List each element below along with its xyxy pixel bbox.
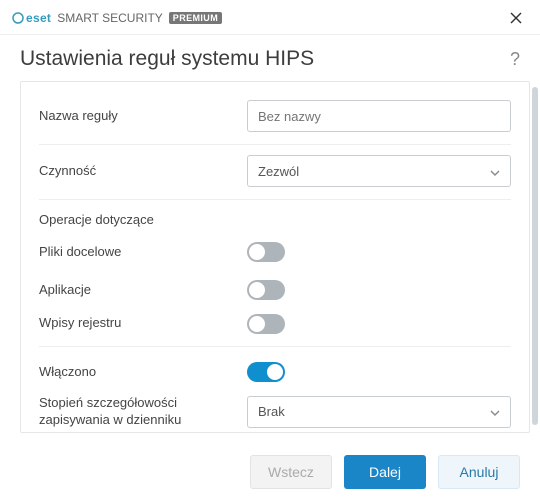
registry-label: Wpisy rejestru [39,315,247,332]
enabled-label: Włączono [39,364,247,381]
page-title: Ustawienia reguł systemu HIPS [20,47,314,71]
chevron-down-icon [490,404,500,419]
enabled-toggle[interactable] [247,362,285,382]
next-button[interactable]: Dalej [344,455,426,489]
content-area: Nazwa reguły Czynność Zezwól Operacje do… [0,81,540,437]
rule-name-label: Nazwa reguły [39,108,247,125]
close-button[interactable] [504,6,528,30]
action-label: Czynność [39,163,247,180]
target-files-label: Pliki docelowe [39,244,247,261]
brand-logo: eset [12,11,51,25]
rule-name-input[interactable] [247,100,511,132]
chevron-down-icon [490,164,500,179]
back-button-label: Wstecz [268,464,314,480]
row-registry: Wpisy rejestru [39,309,511,347]
registry-toggle[interactable] [247,314,285,334]
action-value: Zezwól [258,164,299,179]
operations-section-title: Operacje dotyczące [39,212,511,227]
titlebar: eset SMART SECURITY PREMIUM [0,0,540,35]
row-log-level: Stopień szczegółowości zapisywania w dzi… [39,391,511,433]
back-button[interactable]: Wstecz [250,455,332,489]
row-target-files: Pliki docelowe [39,233,511,271]
help-icon: ? [510,49,520,69]
cancel-button[interactable]: Anuluj [438,455,520,489]
brand-company: eset [26,11,51,25]
dialog-header: Ustawienia reguł systemu HIPS ? [0,35,540,81]
footer: Wstecz Dalej Anuluj [0,437,540,489]
log-level-select[interactable]: Brak [247,396,511,428]
row-enabled: Włączono [39,353,511,391]
help-button[interactable]: ? [510,49,520,70]
eset-icon [12,12,24,24]
form-panel: Nazwa reguły Czynność Zezwól Operacje do… [20,81,530,433]
target-files-toggle[interactable] [247,242,285,262]
scrollbar[interactable] [532,87,538,425]
brand-edition: PREMIUM [169,12,222,24]
applications-label: Aplikacje [39,282,247,299]
next-button-label: Dalej [369,464,401,480]
action-select[interactable]: Zezwól [247,155,511,187]
row-applications: Aplikacje [39,271,511,309]
log-level-value: Brak [258,404,285,419]
log-level-label: Stopień szczegółowości zapisywania w dzi… [39,395,247,429]
cancel-button-label: Anuluj [460,464,499,480]
close-icon [510,12,522,24]
brand: eset SMART SECURITY PREMIUM [12,11,222,25]
brand-product: SMART SECURITY [57,11,163,25]
row-action: Czynność Zezwól [39,151,511,200]
row-rule-name: Nazwa reguły [39,96,511,145]
applications-toggle[interactable] [247,280,285,300]
